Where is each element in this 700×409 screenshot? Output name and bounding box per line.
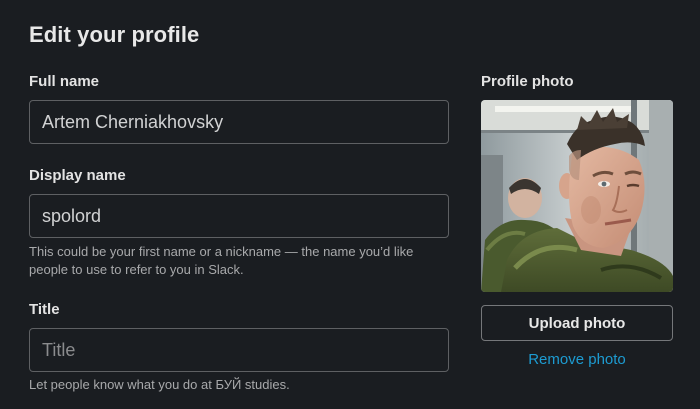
profile-photo [481,100,673,292]
edit-profile-dialog: Edit your profile Full name Display name… [0,0,700,409]
title-hint: Let people know what you do at БУЙ studi… [29,377,290,392]
display-name-hint: This could be your first name or a nickn… [29,244,414,277]
display-name-input[interactable] [29,194,449,238]
title-input[interactable] [29,328,449,372]
remove-photo-link[interactable]: Remove photo [481,351,673,368]
full-name-input[interactable] [29,100,449,144]
full-name-label: Full name [29,73,100,90]
display-name-label: Display name [29,167,126,184]
title-label: Title [29,301,60,318]
profile-photo-label: Profile photo [481,73,574,90]
dialog-title: Edit your profile [29,22,200,47]
upload-photo-button[interactable]: Upload photo [481,305,673,341]
